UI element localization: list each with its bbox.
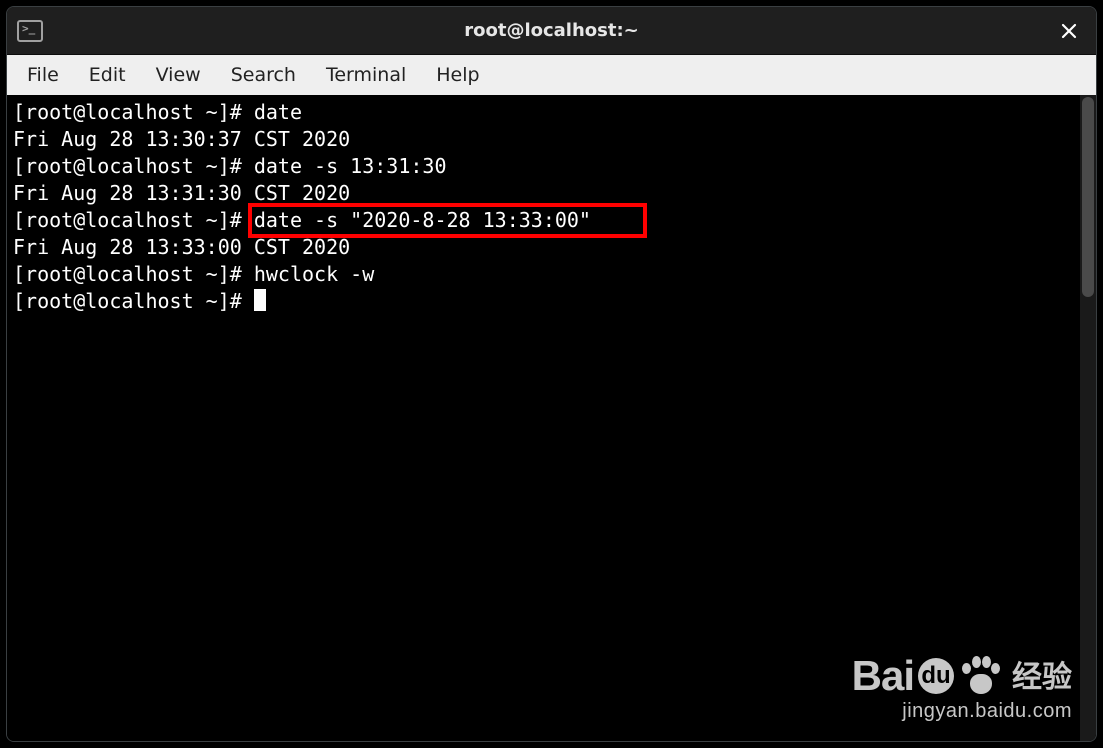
terminal-window: root@localhost:~ File Edit View Search T… [6, 6, 1097, 742]
close-button[interactable] [1054, 16, 1084, 46]
terminal-line: Fri Aug 28 13:33:00 CST 2020 [13, 234, 1074, 261]
menu-help[interactable]: Help [422, 58, 493, 92]
menubar: File Edit View Search Terminal Help [7, 55, 1096, 95]
scrollbar[interactable] [1080, 95, 1096, 741]
terminal-line: [root@localhost ~]# date -s 13:31:30 [13, 153, 1074, 180]
titlebar: root@localhost:~ [7, 7, 1096, 55]
command-text: date -s 13:31:30 [254, 154, 447, 178]
prompt: [root@localhost ~]# [13, 154, 254, 178]
terminal-line: [root@localhost ~]# date -s "2020-8-28 1… [13, 207, 1074, 234]
command-text: hwclock -w [254, 262, 374, 286]
scrollbar-thumb[interactable] [1082, 97, 1094, 297]
terminal-app-icon [17, 20, 43, 42]
prompt: [root@localhost ~]# [13, 262, 254, 286]
cursor [254, 289, 266, 311]
command-text: date [254, 100, 302, 124]
terminal-output[interactable]: [root@localhost ~]# dateFri Aug 28 13:30… [7, 95, 1080, 741]
prompt: [root@localhost ~]# [13, 208, 254, 232]
close-icon [1061, 23, 1077, 39]
menu-file[interactable]: File [13, 58, 73, 92]
prompt: [root@localhost ~]# [13, 289, 254, 313]
terminal-area[interactable]: [root@localhost ~]# dateFri Aug 28 13:30… [7, 95, 1096, 741]
window-title: root@localhost:~ [7, 20, 1096, 41]
menu-search[interactable]: Search [217, 58, 310, 92]
menu-terminal[interactable]: Terminal [312, 58, 420, 92]
terminal-line: [root@localhost ~]# hwclock -w [13, 261, 1074, 288]
menu-view[interactable]: View [142, 58, 215, 92]
terminal-line: [root@localhost ~]# date [13, 99, 1074, 126]
terminal-line: Fri Aug 28 13:30:37 CST 2020 [13, 126, 1074, 153]
terminal-line: Fri Aug 28 13:31:30 CST 2020 [13, 180, 1074, 207]
command-text: date -s "2020-8-28 13:33:00" [254, 208, 591, 232]
menu-edit[interactable]: Edit [75, 58, 140, 92]
prompt: [root@localhost ~]# [13, 100, 254, 124]
terminal-line: [root@localhost ~]# [13, 288, 1074, 315]
